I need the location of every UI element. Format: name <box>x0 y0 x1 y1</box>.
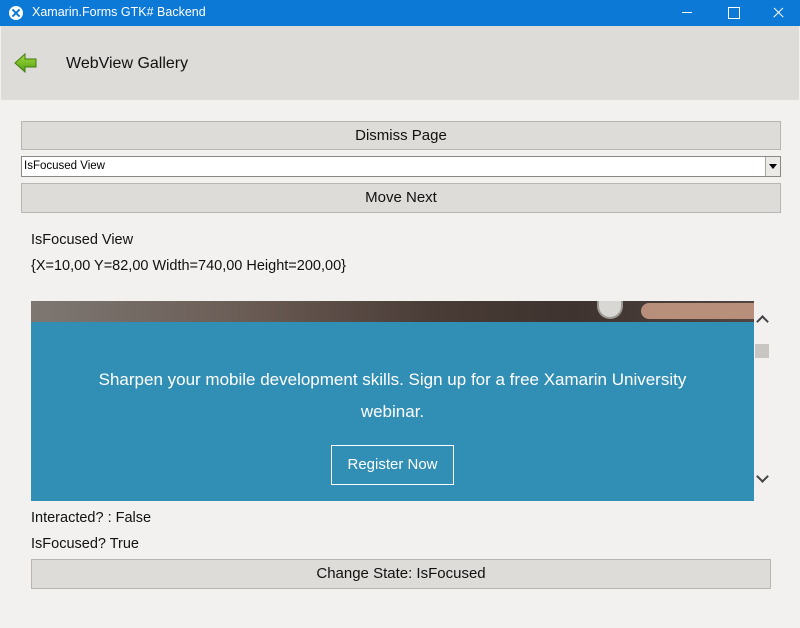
window-title: Xamarin.Forms GTK# Backend <box>32 5 206 19</box>
web-view[interactable]: Sharpen your mobile development skills. … <box>31 301 771 501</box>
register-now-button[interactable]: Register Now <box>331 445 454 485</box>
back-arrow-icon-graphic <box>14 52 37 74</box>
promo-banner: Sharpen your mobile development skills. … <box>31 322 754 501</box>
minimize-icon[interactable] <box>664 0 710 26</box>
view-picker[interactable]: IsFocused View <box>21 156 781 177</box>
view-title-label: IsFocused View <box>31 232 134 248</box>
banner-photo <box>31 301 754 322</box>
page-title: WebView Gallery <box>66 55 189 72</box>
xamarin-app-icon <box>9 6 23 20</box>
promo-text: Sharpen your mobile development skills. … <box>98 370 687 421</box>
maximize-icon[interactable] <box>710 0 756 26</box>
arm-image <box>641 303 754 319</box>
watch-image <box>597 301 623 319</box>
window-content: WebView Gallery Dismiss Page IsFocused V… <box>1 26 799 628</box>
back-arrow-icon[interactable] <box>14 52 38 74</box>
move-next-button[interactable]: Move Next <box>21 183 781 213</box>
title-bar: Xamarin.Forms GTK# Backend <box>0 0 800 26</box>
scroll-thumb[interactable] <box>755 344 769 358</box>
scroll-down-icon[interactable] <box>756 470 769 483</box>
chevron-down-icon[interactable] <box>765 157 780 176</box>
webview-scrollbar[interactable] <box>754 301 771 501</box>
bounds-label: {X=10,00 Y=82,00 Width=740,00 Height=200… <box>31 258 346 274</box>
isfocused-label: IsFocused? True <box>31 536 139 552</box>
view-picker-value: IsFocused View <box>24 160 105 172</box>
interacted-label: Interacted? : False <box>31 510 152 526</box>
scroll-up-icon[interactable] <box>756 315 769 328</box>
navigation-bar: WebView Gallery <box>1 26 799 100</box>
close-icon[interactable] <box>756 0 800 26</box>
dismiss-page-button[interactable]: Dismiss Page <box>21 121 781 150</box>
change-state-button[interactable]: Change State: IsFocused <box>31 559 771 589</box>
